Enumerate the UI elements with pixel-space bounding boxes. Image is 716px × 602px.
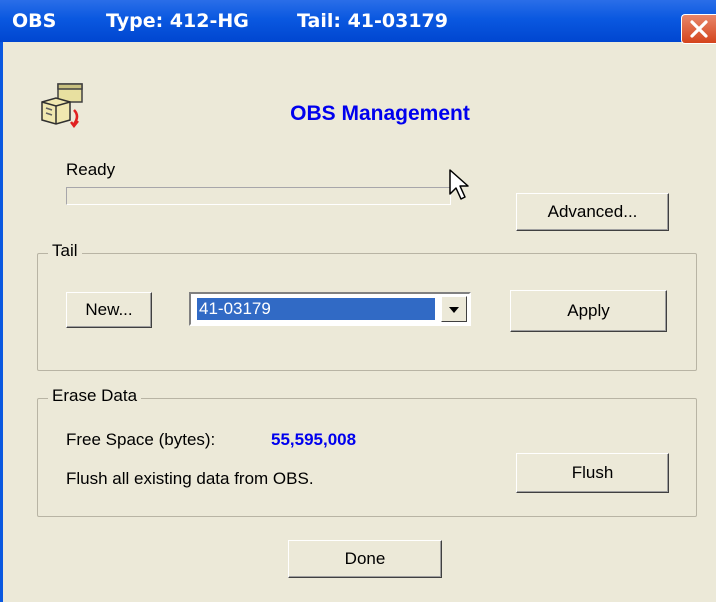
close-button[interactable]: [681, 14, 716, 44]
title-bar[interactable]: OBS Type: 412-HG Tail: 41-03179: [0, 0, 716, 44]
tail-select-value: 41-03179: [196, 297, 436, 321]
apply-button[interactable]: Apply: [510, 290, 667, 332]
free-space-value: 55,595,008: [271, 430, 357, 449]
flush-button[interactable]: Flush: [516, 453, 669, 493]
erase-data-group-label: Erase Data: [48, 386, 142, 406]
progress-bar: [66, 187, 451, 205]
done-button[interactable]: Done: [288, 540, 442, 578]
tail-select-dropdown[interactable]: [441, 296, 467, 322]
title-tail: Tail: 41-03179: [297, 10, 448, 32]
mouse-pointer-icon: [449, 169, 469, 200]
free-space-label: Free Space (bytes):: [66, 430, 216, 449]
dialog-heading: OBS Management: [290, 102, 470, 125]
title-app-name: OBS: [12, 10, 57, 32]
tail-group-label: Tail: [48, 241, 82, 261]
window-frame-left: [0, 42, 3, 602]
dropdown-arrow-icon: [449, 307, 459, 313]
title-type: Type: 412-HG: [106, 10, 249, 32]
new-tail-button[interactable]: New...: [66, 292, 152, 328]
tail-select[interactable]: 41-03179: [189, 292, 471, 326]
status-label: Ready: [66, 160, 116, 179]
obs-dialog: OBS Type: 412-HG Tail: 41-03179 OBS Mana…: [0, 0, 716, 602]
close-icon: [690, 20, 708, 38]
app-folder-icon: [41, 83, 83, 129]
flush-description: Flush all existing data from OBS.: [66, 469, 314, 488]
advanced-button[interactable]: Advanced...: [516, 193, 669, 231]
